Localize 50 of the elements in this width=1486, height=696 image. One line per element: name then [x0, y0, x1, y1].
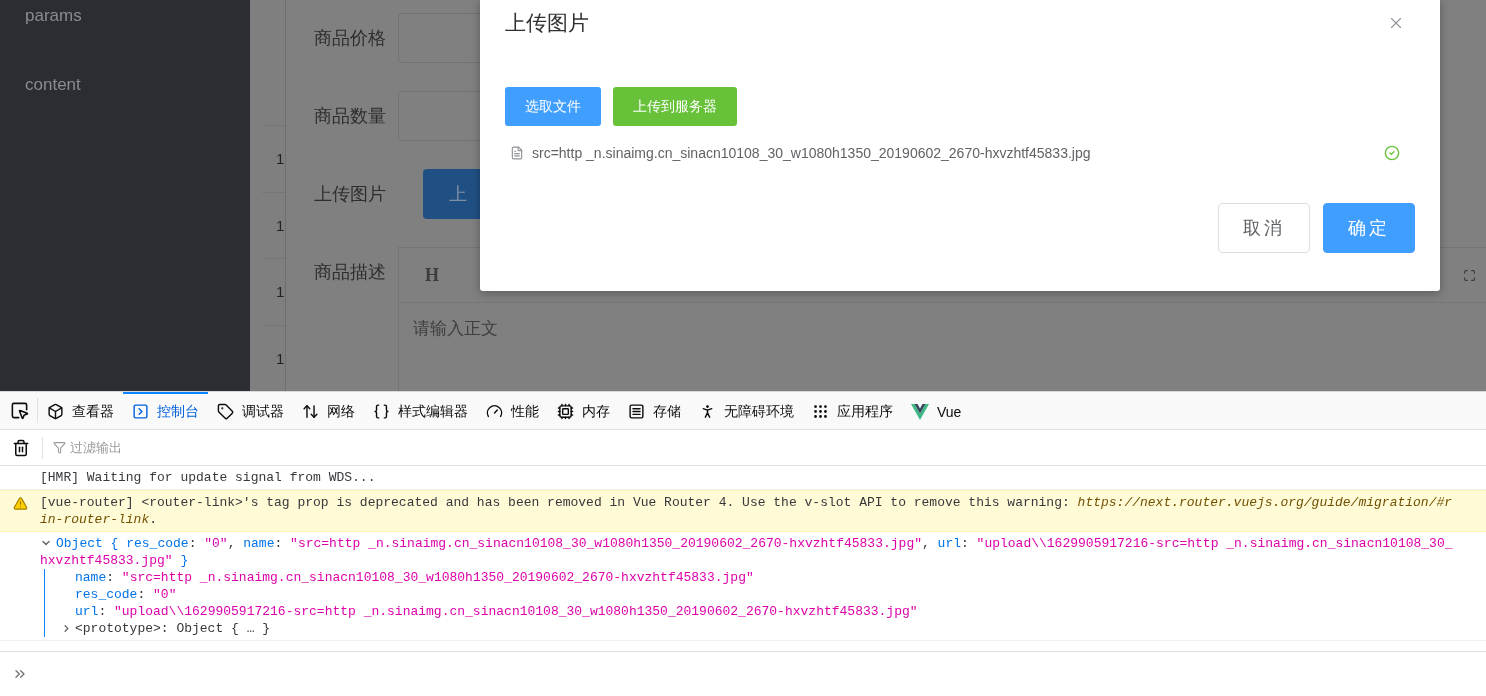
cancel-button[interactable]: 取消 [1218, 203, 1310, 253]
devtools-tab[interactable]: 内存 [548, 392, 619, 429]
devtools-tab[interactable]: Vue [902, 392, 971, 429]
input-field[interactable] [398, 91, 481, 141]
devtools-tab[interactable]: 调试器 [208, 392, 293, 429]
cube-icon [47, 403, 64, 420]
object-summary: Object { res_code: "0", name: "src=http _n.sinaimg.cn_sinacn10108_30_w1080h1350_20190602_2670-hxvzhtf45833.jpg", url: "upload\\1629905917216-src=http _n.sinaimg.cn_sinacn10108_30_ [56, 535, 1454, 552]
list-box-icon [628, 403, 645, 420]
devtools-tab[interactable]: 应用程序 [803, 392, 902, 429]
gauge-icon [486, 403, 503, 420]
object-property: name: "src=http _n.sinaimg.cn_sinacn10108_30_w1080h1350_20190602_2670-hxvzhtf45833.jpg" [75, 569, 755, 586]
filter-icon [53, 441, 66, 454]
warning-message: [vue-router] <router-link>'s tag prop is deprecated and has been removed in Vue Router 4. Use the v-slot API to remove this warning: https://next.router.vuejs.org/guide/migration/#r [40, 494, 1454, 511]
devtools-tab[interactable]: 存储 [619, 392, 690, 429]
devtools-tab[interactable]: 样式编辑器 [364, 392, 477, 429]
element-picker-icon[interactable] [10, 401, 29, 420]
devtools-tab[interactable]: 网络 [293, 392, 364, 429]
braces-icon [373, 403, 390, 420]
editor-placeholder: 请输入正文 [413, 318, 498, 340]
devtools-tab[interactable]: 无障碍环境 [690, 392, 803, 429]
devtools-tab[interactable]: 控制台 [123, 392, 208, 429]
form-label: 商品数量 [314, 105, 387, 128]
tag-icon [217, 403, 234, 420]
file-name[interactable]: src=http _n.sinaimg.cn_sinacn10108_30_w1080h1350_20190602_2670-hxvzhtf45833.jpg [532, 145, 1376, 161]
devtools-tab[interactable]: 查看器 [38, 392, 123, 429]
object-property: res_code: "0" [75, 586, 178, 603]
form-label: 商品价格 [314, 27, 387, 50]
grid-dots-icon [812, 403, 829, 420]
document-icon [510, 146, 524, 160]
warning-icon [13, 496, 28, 511]
fullscreen-icon[interactable] [1463, 268, 1476, 282]
sidebar-item[interactable]: content [25, 72, 250, 97]
object-summary: hxvzhtf45833.jpg" } [40, 552, 190, 569]
form-label: 商品描述 [314, 261, 387, 284]
link[interactable]: in-router-link [40, 512, 150, 527]
terminal-icon [132, 403, 149, 420]
link[interactable]: https://next.router.vuejs.org/guide/migration/#r [1077, 495, 1453, 510]
log-message: [HMR] Waiting for update signal from WDS... [40, 469, 377, 486]
warning-message: in-router-link. [40, 511, 159, 528]
vue-logo-icon [911, 403, 929, 420]
sidebar-item[interactable]: params [25, 3, 250, 28]
object-property: url: "upload\\1629905917216-src=http _n.sinaimg.cn_sinacn10108_30_w1080h1350_20190602_2670-hxvzhtf45833.jpg" [75, 603, 919, 620]
devtools-tab[interactable]: 性能 [477, 392, 548, 429]
chip-icon [557, 403, 574, 420]
clear-console-icon[interactable] [12, 438, 30, 457]
form-label: 上传图片 [314, 183, 387, 206]
input-field[interactable] [398, 13, 481, 63]
dialog-title: 上传图片 [505, 10, 589, 36]
object-property: <prototype>: Object { … } [75, 620, 272, 637]
arrows-up-down-icon [302, 403, 319, 420]
